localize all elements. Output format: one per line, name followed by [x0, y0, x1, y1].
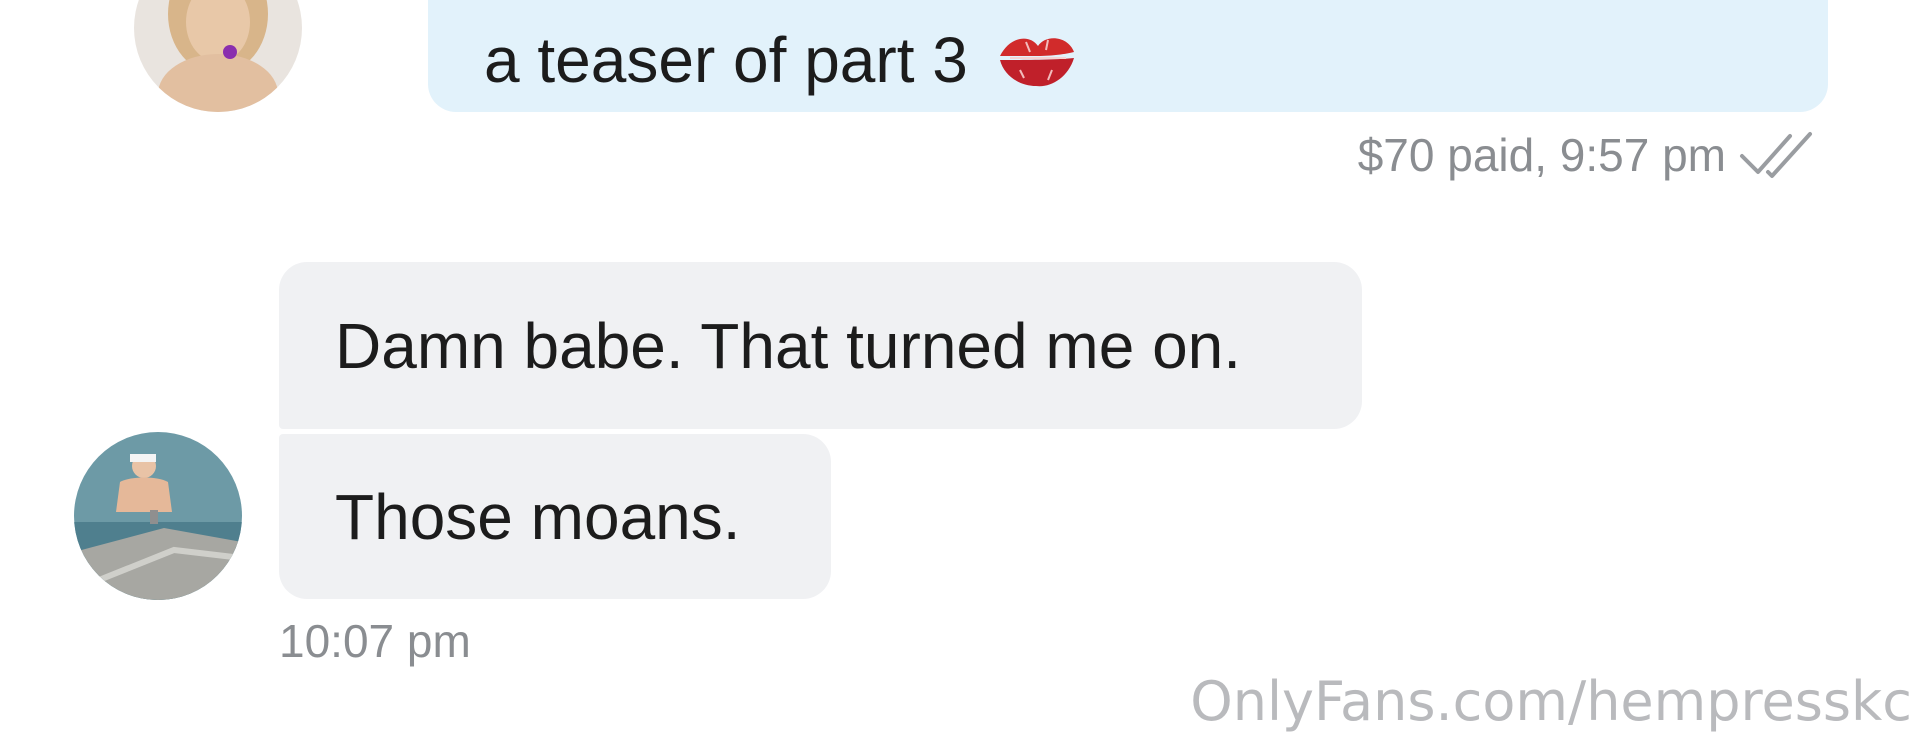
incoming-message-bubble[interactable]: Those moans.: [279, 434, 831, 599]
chat-thread: a teaser of part 3 $70 paid, 9:57 pm Dam…: [0, 0, 1920, 745]
incoming-message-text: Damn babe. That turned me on.: [335, 309, 1242, 382]
outgoing-message-text: a teaser of part 3: [484, 24, 968, 96]
outgoing-message-bubble[interactable]: a teaser of part 3: [428, 0, 1828, 112]
incoming-message-text: Those moans.: [335, 480, 741, 553]
payment-status-text: $70 paid, 9:57 pm: [1357, 129, 1726, 181]
incoming-message-bubble[interactable]: Damn babe. That turned me on.: [279, 262, 1362, 429]
receiver-avatar-image: [74, 432, 242, 600]
receiver-avatar[interactable]: [74, 432, 242, 600]
kiss-mark-icon: [996, 30, 1078, 90]
sender-avatar-image: [134, 0, 302, 112]
double-check-icon: [1740, 132, 1812, 178]
sender-avatar[interactable]: [134, 0, 302, 112]
watermark-text: OnlyFans.com/hempresskc: [1190, 670, 1912, 733]
outgoing-message-status: $70 paid, 9:57 pm: [1358, 128, 1828, 182]
incoming-message-timestamp: 10:07 pm: [279, 615, 471, 667]
